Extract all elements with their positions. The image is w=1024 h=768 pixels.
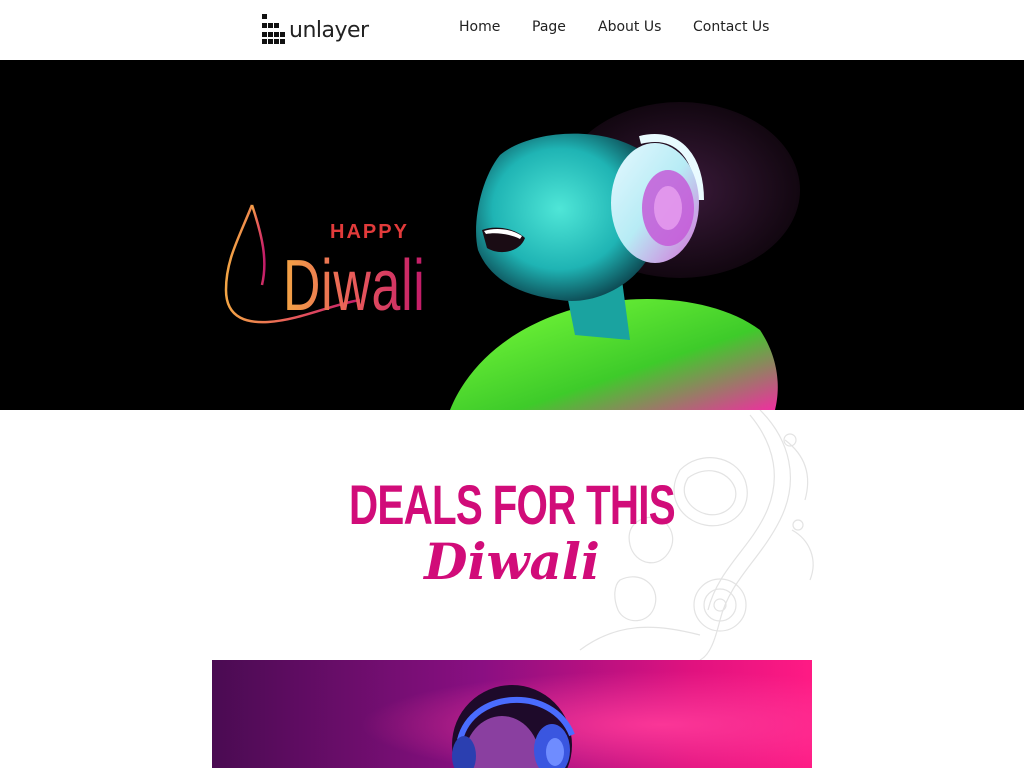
nav-home-link[interactable]: Home <box>459 19 500 35</box>
logo-wordmark: unlayer <box>289 18 369 43</box>
deals-script-heading: Diwali <box>424 532 600 591</box>
nav-page-link[interactable]: Page <box>532 19 566 35</box>
hero-banner: HAPPY Diwali <box>0 60 1024 410</box>
logo-mark-icon <box>262 14 286 46</box>
nav-contact-link[interactable]: Contact Us <box>693 19 769 35</box>
top-navbar: unlayer Home Page About Us Contact Us <box>0 0 1024 60</box>
promo-image <box>212 660 812 768</box>
nav-about-link[interactable]: About Us <box>598 19 661 35</box>
deals-section: DEALS FOR THIS Diwali <box>0 410 1024 660</box>
unlayer-logo[interactable]: unlayer <box>262 13 369 47</box>
deals-heading: DEALS FOR THIS <box>349 473 676 536</box>
svg-text:Diwali: Diwali <box>283 246 426 326</box>
promo-photo <box>212 660 812 768</box>
hero-image: HAPPY Diwali <box>224 102 800 410</box>
svg-text:HAPPY: HAPPY <box>330 221 409 243</box>
happy-diwali-logo: HAPPY Diwali <box>224 204 426 326</box>
